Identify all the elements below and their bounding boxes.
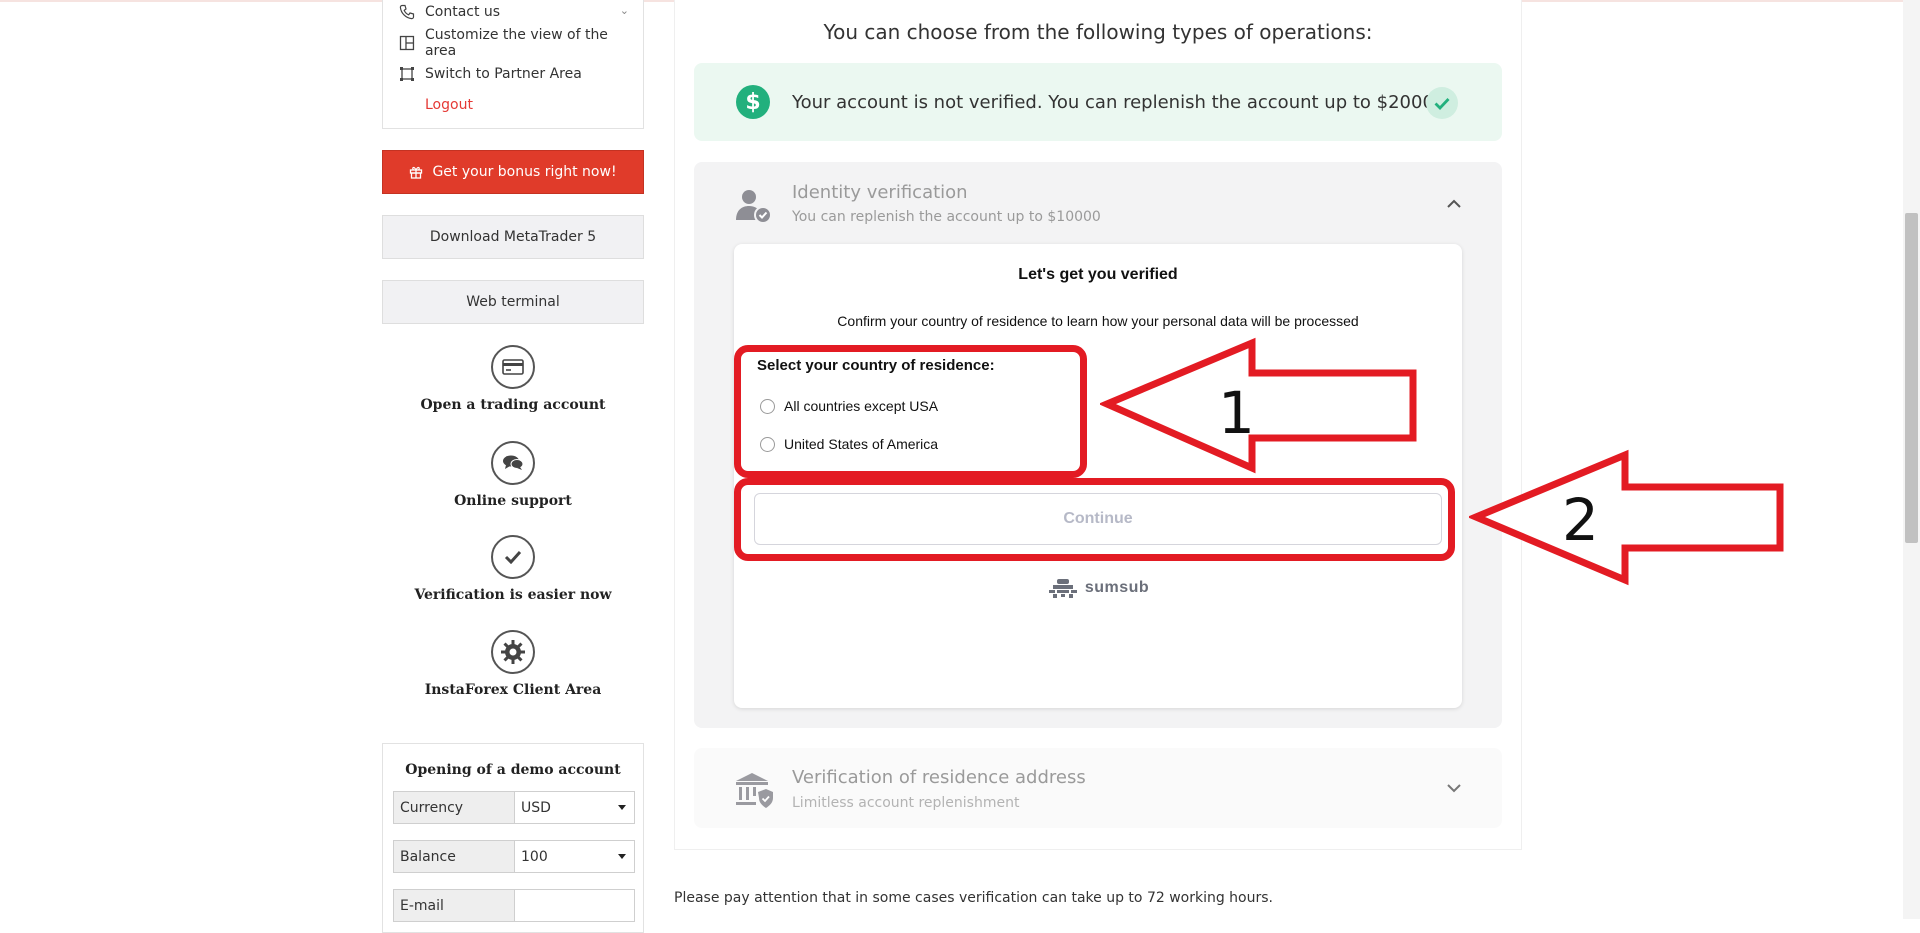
chevron-down-icon[interactable] xyxy=(1446,780,1462,796)
verify-title: Let's get you verified xyxy=(1018,266,1178,283)
menu-item-customize[interactable]: Customize the view of the area xyxy=(399,27,643,59)
switch-frame-icon xyxy=(400,67,414,81)
annotation-arrow-2: 2 xyxy=(1469,449,1784,586)
sumsub-logo: sumsub xyxy=(734,577,1462,599)
verification-notice: Please pay attention that in some cases … xyxy=(674,890,1273,906)
identity-subtitle: You can replenish the account up to $100… xyxy=(792,209,1101,225)
verification-link[interactable]: Verification is easier now xyxy=(382,535,644,603)
annotation-number-1: 1 xyxy=(1218,379,1255,447)
email-label: E-mail xyxy=(394,890,515,921)
gift-icon xyxy=(410,166,423,179)
scrollbar-thumb[interactable] xyxy=(1905,213,1918,543)
caret-down-icon xyxy=(618,854,626,859)
demo-account-form: Opening of a demo account Currency USD B… xyxy=(382,743,644,933)
email-input[interactable] xyxy=(515,890,634,921)
unverified-card: $ Your account is not verified. You can … xyxy=(694,63,1502,141)
currency-value: USD xyxy=(521,799,551,816)
dollar-icon: $ xyxy=(736,85,770,119)
annotation-arrow-1: 1 xyxy=(1100,337,1417,474)
identity-title: Identity verification xyxy=(792,182,968,203)
caret-down-icon xyxy=(618,805,626,810)
client-area-label: InstaForex Client Area xyxy=(424,682,602,698)
email-row: E-mail xyxy=(393,889,635,922)
phone-icon xyxy=(399,4,415,20)
web-terminal-label: Web terminal xyxy=(466,294,560,310)
address-verification-card[interactable]: Verification of residence address Limitl… xyxy=(694,748,1502,828)
address-title: Verification of residence address xyxy=(792,767,1086,788)
open-trading-account-link[interactable]: Open a trading account xyxy=(382,345,644,413)
balance-label: Balance xyxy=(394,841,515,872)
unverified-text: Your account is not verified. You can re… xyxy=(792,92,1434,113)
balance-value: 100 xyxy=(521,848,548,865)
download-metatrader-button[interactable]: Download MetaTrader 5 xyxy=(382,215,644,259)
demo-title: Opening of a demo account xyxy=(405,762,621,778)
gear-icon xyxy=(491,630,535,674)
menu-item-partner[interactable]: Switch to Partner Area xyxy=(399,62,582,86)
online-support-label: Online support xyxy=(454,493,572,509)
account-menu: Contact us ⌄ Customize the view of the a… xyxy=(382,0,644,129)
user-check-icon xyxy=(736,190,772,224)
menu-contact-label: Contact us xyxy=(425,4,501,20)
web-terminal-button[interactable]: Web terminal xyxy=(382,280,644,324)
balance-select[interactable]: 100 xyxy=(515,841,634,872)
chat-icon xyxy=(491,441,535,485)
verification-label: Verification is easier now xyxy=(414,587,612,603)
verify-subtitle: Confirm your country of residence to lea… xyxy=(837,313,1359,329)
balance-row: Balance 100 xyxy=(393,840,635,873)
sumsub-brand: sumsub xyxy=(1084,579,1150,596)
menu-item-contact[interactable]: Contact us xyxy=(399,0,500,24)
currency-label: Currency xyxy=(394,792,515,823)
annotation-box-country xyxy=(734,345,1087,478)
menu-item-logout[interactable]: Logout xyxy=(425,93,473,117)
client-area-link[interactable]: InstaForex Client Area xyxy=(382,630,644,698)
annotation-box-continue xyxy=(734,478,1455,561)
menu-logout-label: Logout xyxy=(425,97,473,113)
menu-customize-label: Customize the view of the area xyxy=(424,27,608,59)
menu-partner-label: Switch to Partner Area xyxy=(425,66,582,82)
bank-check-icon xyxy=(736,773,773,808)
card-icon xyxy=(491,345,535,389)
address-subtitle: Limitless account replenishment xyxy=(792,795,1020,811)
annotation-number-2: 2 xyxy=(1562,486,1599,554)
currency-select[interactable]: USD xyxy=(515,792,634,823)
online-support-link[interactable]: Online support xyxy=(382,441,644,509)
checkmark-icon xyxy=(491,535,535,579)
bonus-button[interactable]: Get your bonus right now! xyxy=(382,150,644,194)
chevron-up-icon[interactable] xyxy=(1446,196,1462,212)
chevron-down-icon[interactable]: ⌄ xyxy=(620,4,629,17)
open-account-label: Open a trading account xyxy=(420,397,606,413)
download-button-label: Download MetaTrader 5 xyxy=(429,229,597,245)
check-icon xyxy=(1426,87,1458,119)
bonus-button-label: Get your bonus right now! xyxy=(432,164,617,180)
sumsub-mark-icon xyxy=(1048,579,1077,598)
layout-icon xyxy=(399,35,415,51)
currency-row: Currency USD xyxy=(393,791,635,824)
operations-title: You can choose from the following types … xyxy=(823,20,1373,44)
